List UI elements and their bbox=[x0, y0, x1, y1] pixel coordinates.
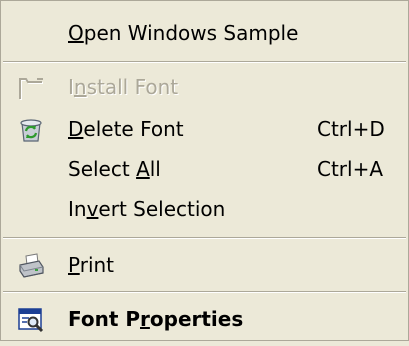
menu-separator bbox=[3, 61, 406, 63]
menu-separator bbox=[3, 237, 406, 239]
recycle-bin-icon bbox=[17, 116, 45, 142]
menu-item-label: Font Properties bbox=[68, 307, 244, 331]
menu-item-select-all[interactable]: Select All Ctrl+A bbox=[3, 149, 406, 189]
menu-item-label: Install Font bbox=[68, 75, 179, 99]
menu-item-shortcut: Ctrl+D bbox=[317, 117, 385, 141]
menu-item-font-properties[interactable]: Font Properties bbox=[3, 299, 406, 339]
menu-item-shortcut: Ctrl+A bbox=[317, 157, 384, 181]
properties-icon bbox=[17, 306, 45, 333]
menu-item-label: Delete Font bbox=[68, 117, 184, 141]
menu-item-label: Select All bbox=[68, 157, 161, 181]
menu-item-label: Print bbox=[68, 253, 115, 277]
context-menu: Open Windows Sample Install Font Delete bbox=[0, 0, 409, 341]
menu-item-open-windows-sample[interactable]: Open Windows Sample bbox=[3, 13, 406, 53]
menu-separator bbox=[3, 291, 406, 293]
menu-item-invert-selection[interactable]: Invert Selection bbox=[3, 189, 406, 229]
menu-item-label: Open Windows Sample bbox=[68, 21, 299, 45]
menu-item-print[interactable]: Print bbox=[3, 245, 406, 285]
printer-icon bbox=[17, 252, 45, 278]
menu-item-delete-font[interactable]: Delete Font Ctrl+D bbox=[3, 109, 406, 149]
menu-item-label: Invert Selection bbox=[68, 197, 226, 221]
folder-outline-icon bbox=[17, 74, 45, 100]
menu-item-install-font: Install Font bbox=[3, 67, 406, 107]
